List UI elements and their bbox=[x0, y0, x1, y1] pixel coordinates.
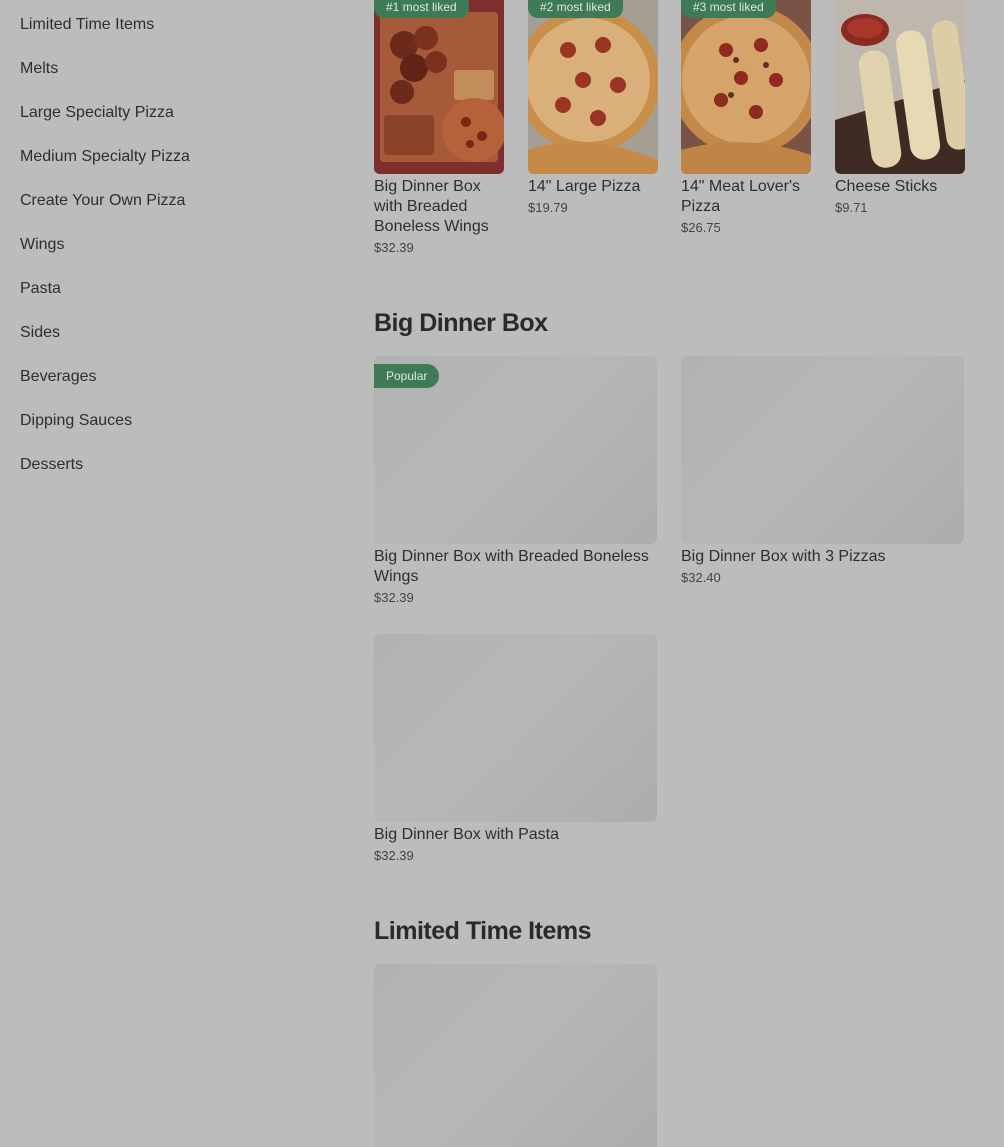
item-title: 14" Meat Lover's Pizza bbox=[681, 178, 801, 215]
item-title: 14" Large Pizza bbox=[528, 178, 641, 195]
item-price: $32.39 bbox=[374, 240, 414, 255]
sidebar-item-sides[interactable]: Sides bbox=[20, 324, 60, 342]
menu-item-card[interactable]: Big Dinner Box with Pasta $32.39 bbox=[374, 634, 657, 863]
most-liked-badge: #1 most liked bbox=[374, 0, 469, 18]
item-image-placeholder: Popular bbox=[374, 356, 657, 544]
most-liked-badge: #3 most liked bbox=[681, 0, 776, 18]
item-price: $32.39 bbox=[374, 848, 414, 863]
section-title-limited-time-items: Limited Time Items bbox=[374, 917, 592, 945]
sidebar-item-beverages[interactable]: Beverages bbox=[20, 368, 97, 386]
wings-pizza-box-art bbox=[374, 0, 504, 174]
item-price: $32.40 bbox=[681, 570, 721, 585]
featured-item-card[interactable]: #3 most liked 14" Meat Lover's Pizza $26… bbox=[681, 0, 811, 235]
item-price: $19.79 bbox=[528, 200, 568, 215]
item-title: Big Dinner Box with 3 Pizzas bbox=[681, 548, 886, 565]
item-price: $26.75 bbox=[681, 220, 721, 235]
pepperoni-pizza-image: #2 most liked bbox=[528, 0, 658, 174]
item-title: Big Dinner Box with Breaded Boneless Win… bbox=[374, 548, 649, 585]
item-image-placeholder bbox=[681, 356, 964, 544]
sidebar-item-create-your-own-pizza[interactable]: Create Your Own Pizza bbox=[20, 192, 185, 210]
menu-item-card[interactable]: Big Dinner Box with 3 Pizzas $32.40 bbox=[681, 356, 964, 585]
featured-item-card[interactable]: #1 most liked Big Dinner Box with Breade… bbox=[374, 0, 504, 255]
featured-item-card[interactable]: Cheese Sticks $9.71 bbox=[835, 0, 965, 215]
featured-item-card[interactable]: #2 most liked 14" Large Pizza $19.79 bbox=[528, 0, 658, 215]
section-title-big-dinner-box: Big Dinner Box bbox=[374, 309, 548, 337]
item-price: $9.71 bbox=[835, 200, 868, 215]
sidebar-item-melts[interactable]: Melts bbox=[20, 60, 58, 78]
item-price: $32.39 bbox=[374, 590, 414, 605]
most-liked-badge: #2 most liked bbox=[528, 0, 623, 18]
sidebar-item-pasta[interactable]: Pasta bbox=[20, 280, 61, 298]
sidebar-item-large-specialty-pizza[interactable]: Large Specialty Pizza bbox=[20, 104, 174, 122]
pepperoni-pizza-art bbox=[528, 0, 658, 174]
cheese-sticks-art bbox=[835, 0, 965, 174]
menu-page: Limited Time Items Melts Large Specialty… bbox=[0, 0, 1004, 1147]
wings-pizza-box-image: #1 most liked bbox=[374, 0, 504, 174]
menu-item-card[interactable] bbox=[374, 964, 657, 1147]
item-title: Cheese Sticks bbox=[835, 178, 938, 195]
item-title: Big Dinner Box with Pasta bbox=[374, 826, 559, 843]
item-title: Big Dinner Box with Breaded Boneless Win… bbox=[374, 178, 489, 235]
item-image-placeholder bbox=[374, 964, 657, 1147]
menu-item-card[interactable]: Popular Big Dinner Box with Breaded Bone… bbox=[374, 356, 657, 605]
sidebar-item-limited-time-items[interactable]: Limited Time Items bbox=[20, 16, 154, 34]
item-image-placeholder bbox=[374, 634, 657, 822]
sidebar-item-wings[interactable]: Wings bbox=[20, 236, 64, 254]
cheese-sticks-image bbox=[835, 0, 965, 174]
meat-lovers-pizza-image: #3 most liked bbox=[681, 0, 811, 174]
sidebar-item-desserts[interactable]: Desserts bbox=[20, 456, 83, 474]
popular-badge: Popular bbox=[374, 364, 440, 388]
sidebar-item-medium-specialty-pizza[interactable]: Medium Specialty Pizza bbox=[20, 148, 190, 166]
meat-pizza-art bbox=[681, 0, 811, 174]
sidebar-item-dipping-sauces[interactable]: Dipping Sauces bbox=[20, 412, 132, 430]
